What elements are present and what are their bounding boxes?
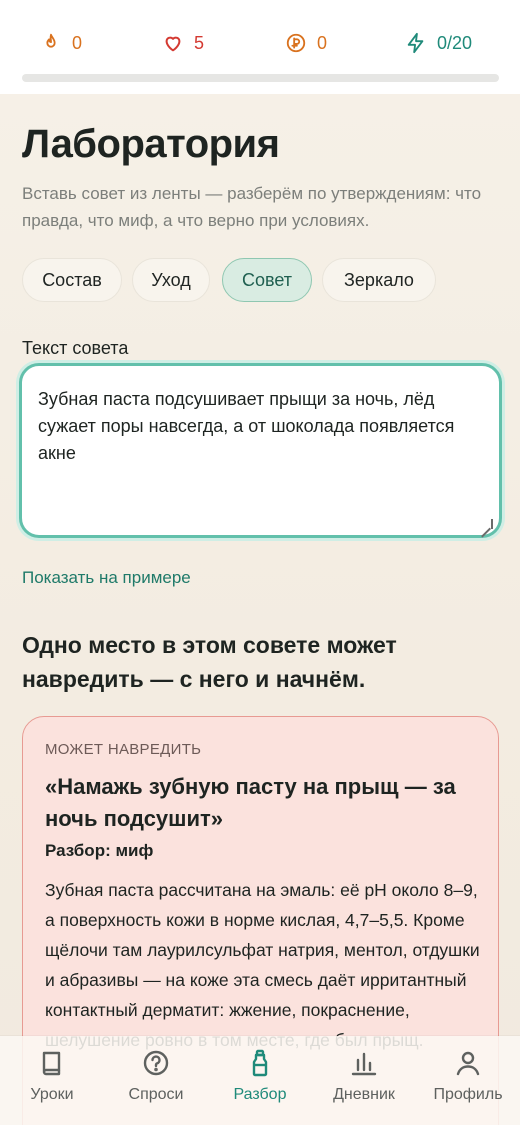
harm-tag: МОЖЕТ НАВРЕДИТЬ [45, 741, 202, 758]
streak-stat[interactable]: 0 [40, 30, 82, 56]
hearts-stat[interactable]: 5 [162, 30, 204, 56]
advice-field-label: Текст совета [22, 338, 129, 358]
energy-progress-bar [22, 74, 499, 82]
energy-value: 0/20 [437, 32, 473, 53]
coin-icon [285, 32, 307, 54]
tab-label: Уроки [30, 1086, 74, 1103]
coins-stat[interactable]: 0 [285, 30, 327, 56]
heart-icon [162, 32, 184, 54]
chip-zerkalo[interactable]: Зеркало [322, 258, 436, 302]
streak-value: 0 [72, 32, 83, 53]
tab-label: Спроси [128, 1086, 184, 1103]
chart-icon [349, 1048, 379, 1078]
advice-textarea[interactable] [22, 366, 499, 535]
chip-sostav[interactable]: Состав [22, 258, 122, 302]
tab-uroki[interactable]: Уроки [0, 1048, 104, 1118]
harm-verdict: Разбор: миф [45, 841, 154, 860]
coins-value: 0 [317, 32, 328, 53]
lightning-icon [405, 32, 427, 54]
page-title: Лаборатория [22, 122, 280, 166]
page-subtitle: Вставь совет из ленты — разберём по утве… [22, 184, 482, 230]
harm-explanation: Зубная паста рассчитана на эмаль: её pH … [45, 880, 480, 1050]
tab-dnevnik[interactable]: Дневник [312, 1048, 416, 1118]
show-example-link[interactable]: Показать на примере [22, 568, 191, 588]
tab-razbor[interactable]: Разбор [208, 1048, 312, 1118]
chip-sovet[interactable]: Совет [222, 258, 312, 302]
stats-bar: 0 5 0 0/20 [0, 0, 520, 94]
question-icon [141, 1048, 171, 1078]
hearts-value: 5 [194, 32, 205, 53]
tab-label: Профиль [433, 1086, 503, 1103]
bottle-icon [245, 1048, 275, 1078]
bottom-tab-bar: Уроки Спроси Разбор Дневник Профиль [0, 1036, 520, 1125]
harm-claim-title: «Намажь зубную пасту на прыщ — за ночь п… [45, 774, 456, 831]
tab-profil[interactable]: Профиль [416, 1048, 520, 1118]
flame-icon [40, 32, 62, 54]
analysis-lead: Одно место в этом совете может навредить… [22, 632, 397, 692]
profile-icon [453, 1048, 483, 1078]
tab-label: Разбор [233, 1086, 287, 1103]
resize-handle-icon[interactable] [483, 519, 493, 529]
chip-ukhod[interactable]: Уход [132, 258, 210, 302]
tab-label: Дневник [333, 1086, 395, 1103]
book-icon [37, 1048, 67, 1078]
tab-sprosi[interactable]: Спроси [104, 1048, 208, 1118]
energy-stat[interactable]: 0/20 [405, 30, 472, 56]
advice-textarea-container [19, 363, 502, 538]
